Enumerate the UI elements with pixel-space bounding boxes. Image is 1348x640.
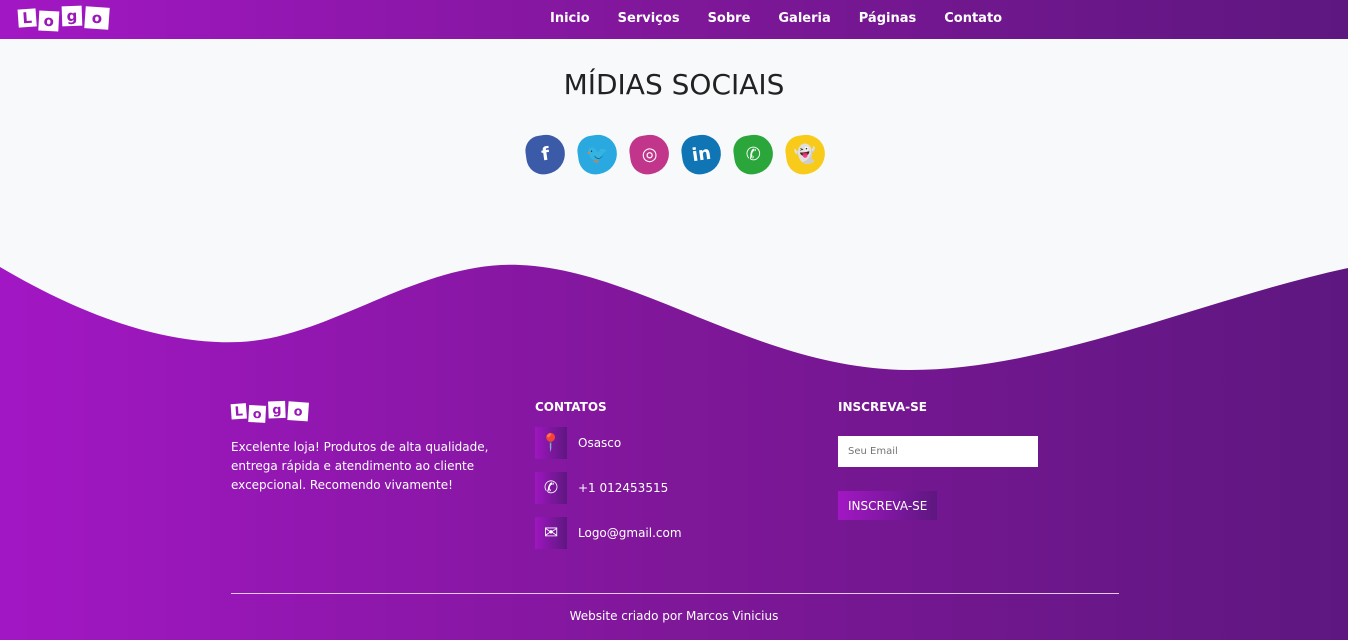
contact-email: ✉ Logo@gmail.com <box>535 517 682 549</box>
credit-text: Website criado por Marcos Vinicius <box>569 609 779 623</box>
twitter-icon[interactable]: 🐦 <box>575 132 620 177</box>
nav-servicos[interactable]: Serviços <box>618 11 680 26</box>
nav-galeria[interactable]: Galeria <box>778 11 830 26</box>
nav-contato[interactable]: Contato <box>944 11 1002 26</box>
instagram-icon[interactable]: ◎ <box>627 132 672 177</box>
mail-icon: ✉ <box>535 517 567 549</box>
nav-inicio[interactable]: Inicio <box>550 11 590 26</box>
navbar: Logo Inicio Serviços Sobre Galeria Págin… <box>0 0 1348 39</box>
email-input[interactable] <box>838 436 1038 467</box>
contacts-title: CONTATOS <box>535 400 607 414</box>
logo-letter: o <box>84 6 110 30</box>
logo[interactable]: Logo <box>17 5 110 32</box>
facebook-icon[interactable]: f <box>523 132 568 177</box>
footer-divider <box>231 593 1119 594</box>
footer-subscribe: INSCREVA-SE INSCREVA-SE <box>838 400 1038 520</box>
linkedin-icon[interactable]: in <box>679 132 724 177</box>
page-title: MÍDIAS SOCIAIS <box>563 68 785 101</box>
logo-letter: L <box>17 8 37 28</box>
subscribe-title: INSCREVA-SE <box>838 400 927 414</box>
social-icons: f 🐦 ◎ in ✆ 👻 <box>523 132 828 177</box>
contact-phone: ✆ +1 012453515 <box>535 472 682 504</box>
logo-letter: o <box>38 10 60 32</box>
nav-sobre[interactable]: Sobre <box>708 11 751 26</box>
contact-location: 📍 Osasco <box>535 427 682 459</box>
phone-icon: ✆ <box>535 472 567 504</box>
about-text: Excelente loja! Produtos de alta qualida… <box>231 440 489 492</box>
location-icon: 📍 <box>535 427 567 459</box>
logo-letter: o <box>248 404 267 423</box>
subscribe-button[interactable]: INSCREVA-SE <box>838 491 938 520</box>
footer: Logo Excelente loja! Produtos de alta qu… <box>0 260 1348 640</box>
logo-letter: g <box>268 400 286 419</box>
contact-text: Logo@gmail.com <box>578 526 682 540</box>
footer-contacts: CONTATOS 📍 Osasco ✆ +1 012453515 ✉ Logo@gma… <box>535 400 682 549</box>
nav-paginas[interactable]: Páginas <box>859 11 916 26</box>
logo-letter: o <box>287 401 309 422</box>
whatsapp-icon[interactable]: ✆ <box>731 132 776 177</box>
snapchat-icon[interactable]: 👻 <box>783 132 828 177</box>
contact-text: Osasco <box>578 436 622 450</box>
logo-letter: L <box>230 403 247 420</box>
logo-letter: g <box>61 5 83 27</box>
contact-text: +1 012453515 <box>578 481 669 495</box>
footer-logo: Logo <box>230 400 452 423</box>
nav-menu: Inicio Serviços Sobre Galeria Páginas Co… <box>550 11 1002 26</box>
footer-about: Logo Excelente loja! Produtos de alta qu… <box>230 400 491 495</box>
